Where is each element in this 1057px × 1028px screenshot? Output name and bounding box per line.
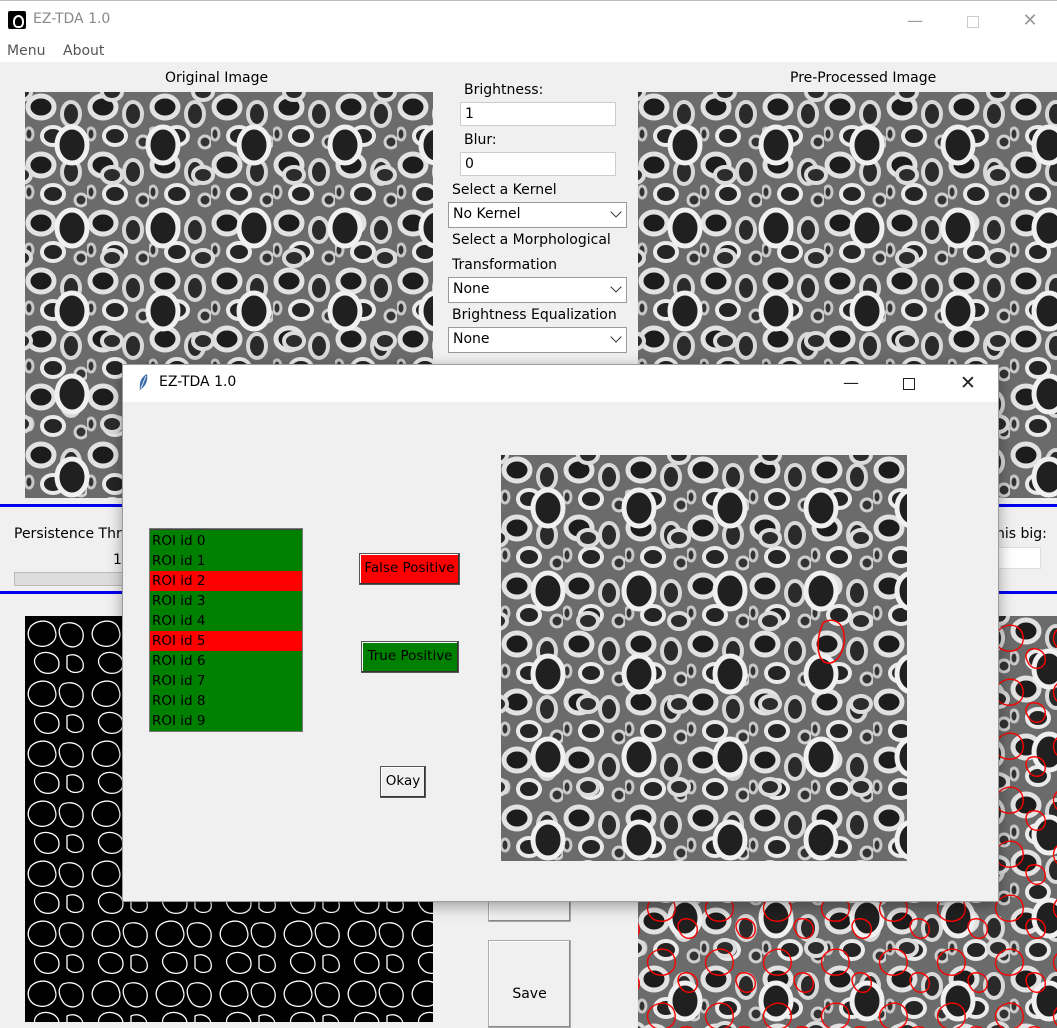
roi-list-item[interactable]: ROI id 8 bbox=[150, 691, 302, 711]
morphological-label: Select a Morphological bbox=[452, 232, 611, 248]
dialog-minimize-button[interactable]: — bbox=[836, 369, 866, 397]
minimize-button[interactable]: — bbox=[900, 7, 930, 35]
roi-list-item[interactable]: ROI id 7 bbox=[150, 671, 302, 691]
chevron-down-icon bbox=[610, 206, 622, 218]
brightness-input[interactable]: 1 bbox=[460, 102, 616, 126]
action-button[interactable] bbox=[488, 900, 571, 922]
menu-item-about[interactable]: About bbox=[63, 43, 104, 59]
kernel-label: Select a Kernel bbox=[452, 182, 557, 198]
dialog-close-button[interactable]: ✕ bbox=[953, 369, 983, 397]
persistence-threshold-slider[interactable] bbox=[14, 572, 126, 586]
roi-review-dialog: EZ-TDA 1.0 — ✕ ROI id 0 ROI id 1 ROI id … bbox=[122, 364, 999, 902]
size-filter-label: his big: bbox=[996, 526, 1047, 542]
kernel-select[interactable]: No Kernel bbox=[448, 202, 627, 228]
brightness-label: Brightness: bbox=[464, 82, 544, 98]
close-button[interactable]: ✕ bbox=[1015, 7, 1045, 35]
blur-label: Blur: bbox=[464, 132, 497, 148]
chevron-down-icon bbox=[610, 331, 622, 343]
equalization-value: None bbox=[453, 331, 490, 347]
size-filter-input[interactable] bbox=[996, 547, 1041, 569]
roi-preview-image bbox=[501, 455, 907, 861]
dialog-title: EZ-TDA 1.0 bbox=[159, 374, 237, 390]
transformation-label: Transformation bbox=[452, 257, 558, 273]
app-logo-icon bbox=[8, 11, 26, 29]
roi-list-item[interactable]: ROI id 3 bbox=[150, 591, 302, 611]
okay-button[interactable]: Okay bbox=[380, 766, 426, 798]
kernel-value: No Kernel bbox=[453, 206, 521, 222]
save-masks-button[interactable]: Save Masks bbox=[488, 940, 571, 1028]
blur-input[interactable]: 0 bbox=[460, 152, 616, 176]
preprocessed-image-title: Pre-Processed Image bbox=[790, 70, 937, 86]
roi-list-item[interactable]: ROI id 0 bbox=[150, 531, 302, 551]
roi-list-item[interactable]: ROI id 5 bbox=[150, 631, 302, 651]
roi-list-item[interactable]: ROI id 2 bbox=[150, 571, 302, 591]
main-titlebar: EZ-TDA 1.0 — ✕ bbox=[0, 0, 1057, 40]
dialog-titlebar: EZ-TDA 1.0 — ✕ bbox=[123, 365, 998, 402]
persistence-threshold-value: 1 bbox=[113, 552, 122, 568]
true-positive-button[interactable]: True Positive bbox=[361, 641, 459, 673]
persistence-threshold-label: Persistence Thres bbox=[14, 526, 138, 542]
original-image-title: Original Image bbox=[165, 70, 269, 86]
morphology-value: None bbox=[453, 281, 490, 297]
chevron-down-icon bbox=[610, 281, 622, 293]
roi-list-item[interactable]: ROI id 9 bbox=[150, 711, 302, 731]
window-title: EZ-TDA 1.0 bbox=[33, 11, 111, 27]
maximize-button[interactable] bbox=[958, 7, 988, 35]
dialog-maximize-button[interactable] bbox=[894, 369, 924, 397]
equalization-label: Brightness Equalization bbox=[452, 307, 617, 323]
roi-list-item[interactable]: ROI id 4 bbox=[150, 611, 302, 631]
feather-icon bbox=[139, 374, 148, 391]
false-positive-button[interactable]: False Positive bbox=[359, 553, 460, 585]
menu-item-menu[interactable]: Menu bbox=[7, 43, 45, 59]
roi-listbox[interactable]: ROI id 0 ROI id 1 ROI id 2 ROI id 3 ROI … bbox=[149, 528, 303, 732]
equalization-select[interactable]: None bbox=[448, 327, 627, 353]
menu-bar: Menu About bbox=[0, 40, 1057, 62]
roi-list-item[interactable]: ROI id 6 bbox=[150, 651, 302, 671]
roi-list-item[interactable]: ROI id 1 bbox=[150, 551, 302, 571]
morphology-select[interactable]: None bbox=[448, 277, 627, 303]
